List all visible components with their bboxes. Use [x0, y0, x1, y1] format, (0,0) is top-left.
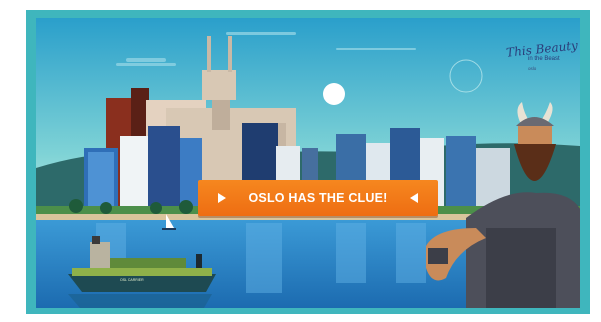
play-triangle-icon: [218, 193, 226, 203]
logo-brand: oslo: [528, 66, 537, 71]
illustration-scene[interactable]: This Beauty in the Beast oslo OSL CARRIE…: [36, 18, 580, 308]
oslo-illustration: [36, 18, 580, 308]
sun-icon: [323, 83, 345, 105]
ship-name-label: OSL CARRIER: [120, 278, 144, 282]
cta-button[interactable]: OSLO HAS THE CLUE!: [198, 180, 438, 216]
cta-label: OSLO HAS THE CLUE!: [248, 191, 388, 205]
logo-subtitle: in the Beast: [528, 56, 560, 62]
banner-frame: This Beauty in the Beast oslo OSL CARRIE…: [26, 10, 590, 314]
play-triangle-reversed-icon: [410, 193, 418, 203]
event-logo: This Beauty in the Beast oslo: [505, 38, 578, 84]
